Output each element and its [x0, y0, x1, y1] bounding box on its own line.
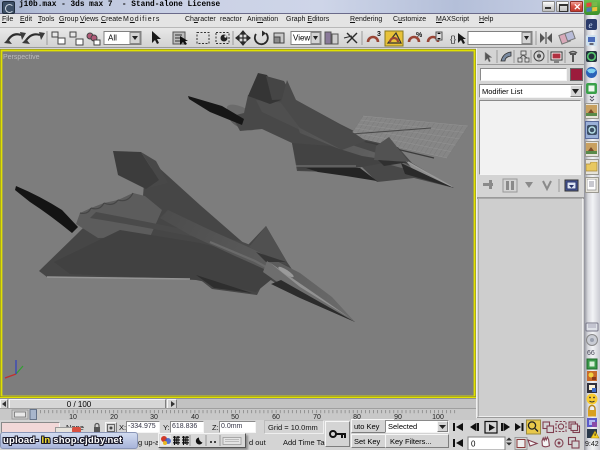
svg-text:{}: {} [450, 34, 456, 44]
svg-text:Perspective: Perspective [3, 54, 40, 61]
svg-text:e: e [589, 20, 593, 30]
svg-text:66: 66 [587, 350, 595, 357]
svg-text:9:42: 9:42 [585, 441, 599, 448]
svg-text:0: 0 [471, 440, 476, 449]
svg-text:3: 3 [377, 31, 381, 38]
svg-text:All: All [108, 34, 117, 43]
svg-text:View: View [293, 34, 310, 43]
svg-text:%: % [416, 32, 423, 39]
